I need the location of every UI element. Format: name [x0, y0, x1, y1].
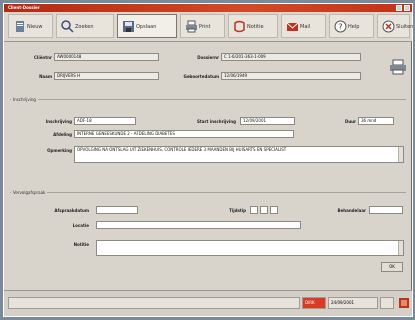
- department-label: Afdeling: [53, 132, 72, 137]
- department-field[interactable]: INTERNE GENEESKUNDE 2 - AFDELING DIABETE…: [74, 130, 294, 138]
- printer-icon: [390, 59, 406, 75]
- main-window: Client-Dossier Nieuw Zoeken Opslaan Prin…: [3, 3, 413, 317]
- toolbar-label: Zoeken: [75, 24, 94, 30]
- window-title: Client-Dossier: [8, 5, 40, 10]
- help-icon: ?: [334, 20, 347, 33]
- toolbar-button-notitie[interactable]: Notitie: [228, 14, 278, 38]
- toolbar-label: Print: [199, 24, 211, 30]
- svg-text:?: ?: [338, 23, 342, 32]
- duration-label: Duur: [345, 119, 356, 124]
- toolbar-button-print[interactable]: Print: [180, 14, 225, 38]
- toolbar-button-opslaan[interactable]: Opslaan: [117, 14, 177, 38]
- client-number-label: Cliëntnr: [34, 55, 52, 60]
- toolbar-label: Nieuw: [27, 24, 43, 30]
- section-inschrijving: Inschrijving: [10, 97, 406, 102]
- close-window-button[interactable]: [404, 5, 410, 11]
- location-field[interactable]: [96, 221, 301, 229]
- client-name-label: Naam: [39, 74, 52, 79]
- printer-icon: [186, 20, 197, 33]
- registration-code-field[interactable]: ADF-18: [74, 117, 136, 125]
- status-bar: DIRK 24/09/2001: [4, 290, 412, 316]
- note-icon: [234, 20, 245, 33]
- printer-side-button[interactable]: [388, 59, 408, 81]
- client-number-field[interactable]: AW0000148: [54, 53, 159, 61]
- section-title: Vervolgafspraak: [11, 190, 48, 195]
- dossier-number-label: Dossiernr: [197, 55, 219, 60]
- dossier-number-field[interactable]: C 1-6/201-363-1-009: [221, 53, 361, 61]
- status-field-extra: [380, 297, 394, 309]
- birthdate-field[interactable]: 12/06/1949: [221, 72, 361, 80]
- close-icon: [382, 20, 395, 33]
- toolbar-button-nieuw[interactable]: Nieuw: [8, 14, 53, 38]
- remark-scrollbar[interactable]: [398, 147, 403, 162]
- title-bar: Client-Dossier: [4, 4, 412, 12]
- birthdate-label: Geboortedatum: [183, 74, 219, 79]
- ok-button[interactable]: OK: [381, 262, 403, 272]
- remark-text: OPVOLGING NA ONTSLAG UIT ZIEKENHUIS, CON…: [77, 147, 287, 152]
- toolbar-button-sluiten[interactable]: Sluiten: [377, 14, 414, 38]
- toolbar-button-mail[interactable]: Mail: [281, 14, 326, 38]
- client-name-field[interactable]: DRIJVERS H: [54, 72, 159, 80]
- section-vervolgafspraak: Vervolgafspraak: [10, 190, 406, 195]
- toolbar-label: Sluiten: [396, 24, 414, 30]
- save-icon: [123, 21, 134, 32]
- registration-start-label: Start inschrijving: [197, 119, 236, 124]
- toolbar-label: Notitie: [247, 24, 264, 30]
- time-second-field[interactable]: [270, 206, 278, 214]
- appointment-time-label: Tijdstip: [229, 208, 246, 213]
- toolbar-label: Opslaan: [136, 24, 157, 30]
- section-title: Inschrijving: [11, 97, 38, 102]
- practitioner-field[interactable]: [369, 206, 403, 214]
- search-icon: [61, 20, 74, 33]
- minimize-button[interactable]: [396, 5, 402, 11]
- status-user: DIRK: [302, 297, 326, 309]
- location-label: Locatie: [72, 223, 89, 228]
- remark-textarea[interactable]: OPVOLGING NA ONTSLAG UIT ZIEKENHUIS, CON…: [74, 146, 404, 163]
- time-hour-field[interactable]: [250, 206, 258, 214]
- note-scrollbar[interactable]: [398, 241, 403, 255]
- duration-field[interactable]: 36 mnd: [358, 117, 394, 125]
- note-textarea[interactable]: [96, 240, 404, 256]
- logo-icon: [399, 298, 409, 308]
- status-field-main: [8, 297, 300, 309]
- time-minute-field[interactable]: [260, 206, 268, 214]
- appointment-date-label: Afspraakdatum: [54, 208, 89, 213]
- mail-icon: [286, 22, 299, 31]
- toolbar-button-zoeken[interactable]: Zoeken: [56, 14, 114, 38]
- toolbar-label: Mail: [300, 24, 311, 30]
- status-date: 24/09/2001: [328, 297, 378, 309]
- note-label: Notitie: [73, 242, 89, 247]
- toolbar-label: Help: [348, 24, 360, 30]
- document-icon: [16, 21, 24, 32]
- registration-code-label: Inschrijving: [45, 119, 72, 124]
- appointment-date-field[interactable]: [96, 206, 138, 214]
- toolbar-button-help[interactable]: ? Help: [329, 14, 374, 38]
- remark-label: Opmerking: [47, 148, 72, 153]
- practitioner-label: Behandelaar: [337, 208, 366, 213]
- registration-start-field[interactable]: 12/09/2001: [240, 117, 295, 125]
- toolbar: Nieuw Zoeken Opslaan Print Notitie Mail …: [4, 12, 414, 42]
